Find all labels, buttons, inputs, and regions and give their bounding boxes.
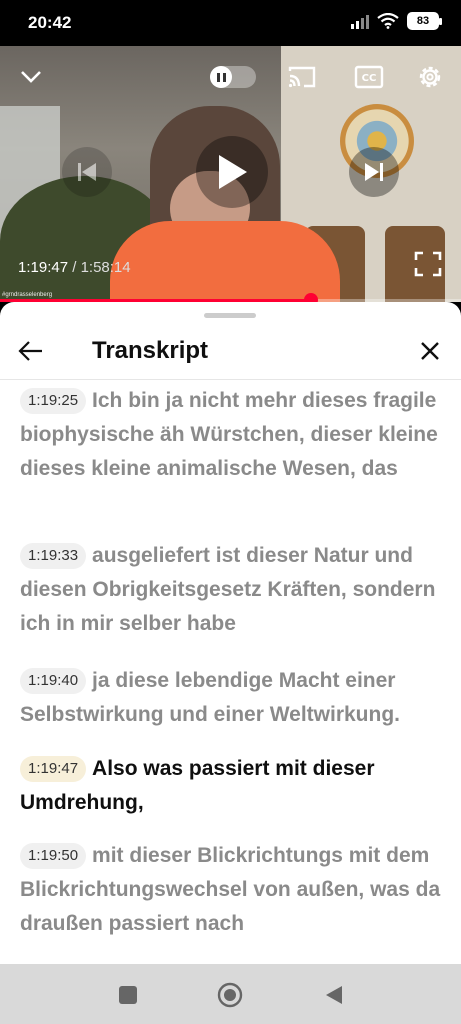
status-bar: 20:42 83 [0,0,461,46]
play-button[interactable] [196,136,268,208]
video-frame-person-body [110,221,340,302]
transcript-panel: Transkript 1:19:25 Ich bin ja nicht mehr … [0,302,461,964]
transcript-segment[interactable]: 1:19:33 ausgeliefert ist dieser Natur und… [20,539,450,641]
current-time: 1:19:47 [18,259,69,276]
fullscreen-icon [414,251,442,277]
segment-timestamp[interactable]: 1:19:47 [20,756,87,782]
square-icon [119,986,137,1004]
chevron-down-icon [21,71,41,83]
signal-icon [351,13,369,29]
status-time: 20:42 [28,13,72,32]
video-watermark: #grndrasselenberg [2,292,53,298]
video-player[interactable]: #grndrasselenberg CC 1:19:47 / 1:58:14 [0,46,461,302]
close-icon [421,342,439,360]
fullscreen-button[interactable] [408,244,448,284]
skip-next-icon [365,163,383,181]
home-circle-icon [217,982,243,1008]
transcript-title: Transkript [92,337,209,364]
arrow-left-icon [18,341,42,361]
play-icon [219,155,247,189]
status-icons: 83 [351,12,442,30]
pause-icon [210,66,232,88]
autoplay-toggle[interactable] [210,66,256,88]
cast-button[interactable] [284,60,320,94]
time-separator: / [68,259,81,276]
captions-button[interactable]: CC [352,60,386,94]
closed-captions-icon: CC [354,65,384,89]
transcript-header: Transkript [0,322,461,380]
close-button[interactable] [413,334,447,368]
duration: 1:58:14 [80,259,131,276]
gear-icon [419,66,441,88]
time-readout: 1:19:47 / 1:58:14 [18,259,131,276]
settings-button[interactable] [412,59,448,95]
system-nav-bar [0,964,461,1024]
segment-timestamp[interactable]: 1:19:33 [20,543,87,569]
transcript-segment[interactable]: 1:19:50 mit dieser Blickrichtungs mit dem… [20,839,450,941]
previous-button[interactable] [62,147,112,197]
recents-button[interactable] [115,982,141,1008]
minimize-button[interactable] [14,60,48,94]
drag-handle[interactable] [204,313,256,318]
triangle-back-icon [326,986,342,1004]
transcript-segment[interactable]: 1:19:25 Ich bin ja nicht mehr dieses frag… [20,384,450,486]
back-nav-button[interactable] [321,982,347,1008]
segment-timestamp[interactable]: 1:19:25 [20,388,87,414]
svg-text:CC: CC [362,73,377,84]
battery-icon: 83 [407,12,442,30]
segment-timestamp[interactable]: 1:19:50 [20,843,87,869]
skip-previous-icon [78,163,96,181]
segment-timestamp[interactable]: 1:19:40 [20,668,87,694]
next-button[interactable] [349,147,399,197]
back-button[interactable] [14,334,48,368]
cast-icon [288,66,316,88]
progress-scrubber[interactable] [304,293,319,302]
wifi-icon [377,13,399,29]
transcript-segment[interactable]: 1:19:40 ja diese lebendige Macht einer Se… [20,664,450,732]
transcript-segment[interactable]: 1:19:47 Also was passiert mit dieser Umdr… [20,752,450,820]
home-button[interactable] [217,982,243,1008]
